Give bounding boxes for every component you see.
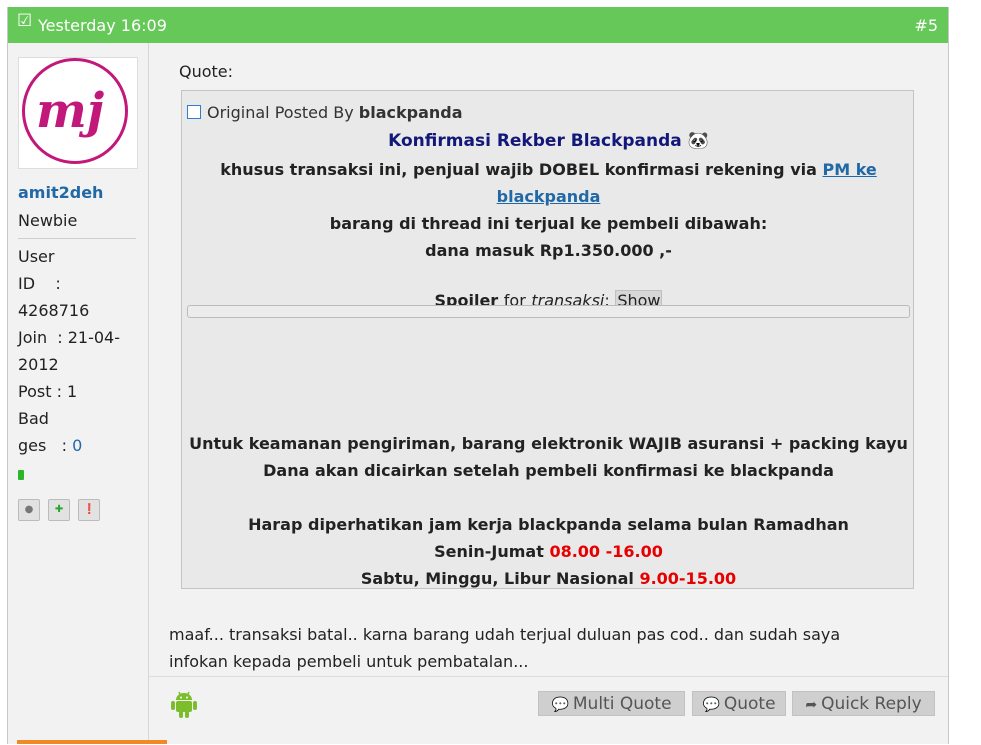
quote-title-text: Konfirmasi Rekber Blackpanda [388, 131, 682, 151]
post-footer: 💬 Multi Quote 💬 Quote ➦ Quick Reply [149, 676, 948, 745]
username-link[interactable]: amit2deh [18, 183, 103, 202]
pm-link-continued[interactable]: blackpanda [497, 187, 601, 206]
reputation-plus-button[interactable]: ✚ [48, 499, 71, 521]
quote-header: Original Posted By blackpanda [187, 103, 463, 122]
quote-label: Quote: [179, 62, 234, 81]
sidebar-divider [18, 238, 136, 239]
multi-quote-label: Multi Quote [572, 694, 672, 714]
checkbox-icon: ☑ [17, 11, 33, 31]
user-info: User ID : 4268716 Join : 21-04- 2012 Pos… [18, 243, 144, 459]
quote-line: blackpanda [182, 187, 915, 206]
quote-title: Konfirmasi Rekber Blackpanda 🐼 [182, 131, 915, 151]
badges-label: ges : [18, 436, 73, 455]
schedule-weekends-time: 9.00-15.00 [639, 569, 737, 588]
quote-line: Sabtu, Minggu, Libur Nasional 9.00-15.00 [182, 569, 915, 588]
reputation-buttons: ● ✚ ❗ [18, 497, 103, 521]
quote-line: Untuk keamanan pengiriman, barang elektr… [189, 434, 908, 453]
avatar-logo-text: mj [36, 83, 105, 139]
reputation-report-button[interactable]: ❗ [78, 499, 101, 521]
post-message: maaf... transaksi batal.. karna barang u… [169, 621, 929, 675]
quote-button[interactable]: 💬 Quote [692, 691, 786, 716]
badges-count-link[interactable]: 0 [72, 436, 82, 455]
quote-line: barang di thread ini terjual ke pembeli … [329, 214, 768, 233]
plus-circle-icon: ✚ [54, 504, 64, 515]
multi-quote-button[interactable]: 💬 Multi Quote [538, 691, 685, 716]
user-info-line: 4268716 [18, 301, 90, 320]
post-date: Yesterday 16:09 [38, 16, 167, 35]
view-post-icon[interactable] [187, 105, 201, 119]
exclamation-icon: ❗ [82, 504, 96, 515]
avatar[interactable]: mj [18, 57, 138, 169]
quote-button-label: Quote [723, 694, 776, 714]
post-number-link[interactable]: #5 [914, 16, 938, 35]
online-status-icon [18, 470, 24, 480]
panda-icon: 🐼 [687, 131, 709, 151]
next-post-header-edge [17, 740, 167, 744]
schedule-weekdays: Senin-Jumat [434, 542, 544, 561]
user-info-line: 2012 [18, 355, 59, 374]
user-info-line: ID : [18, 274, 61, 293]
quote-posted-by: Original Posted By [207, 103, 354, 122]
schedule-weekdays-time: 08.00 -16.00 [549, 542, 663, 561]
quote-line: Harap diperhatikan jam kerja blackpanda … [248, 515, 849, 534]
android-icon [171, 691, 197, 718]
quick-reply-button[interactable]: ➦ Quick Reply [792, 691, 935, 716]
user-info-line: Join : 21-04- [18, 328, 121, 347]
chat-bubbles-icon: 💬 [551, 697, 569, 713]
reputation-neutral-button[interactable]: ● [18, 499, 40, 521]
user-info-line: ges : 0 [18, 432, 144, 459]
quote-line: Senin-Jumat 08.00 -16.00 [182, 542, 915, 561]
user-info-line: Post : 1 [18, 382, 78, 401]
post-header: ☑ Yesterday 16:09 #5 [8, 7, 948, 43]
user-info-line: Bad [18, 409, 49, 428]
spoiler-content-bar [187, 305, 910, 318]
minus-circle-icon: ● [24, 504, 34, 515]
reply-arrow-icon: ➦ [805, 697, 818, 713]
quote-line: dana masuk Rp1.350.000 ,- [425, 241, 672, 260]
message-line: infokan kepada pembeli untuk pembatalan.… [169, 652, 529, 671]
schedule-weekends: Sabtu, Minggu, Libur Nasional [360, 569, 634, 588]
quote-line-text: khusus transaksi ini, penjual wajib DOBE… [220, 160, 817, 179]
chat-bubble-icon: 💬 [702, 697, 720, 713]
quick-reply-label: Quick Reply [821, 694, 922, 714]
user-title: Newbie [18, 211, 78, 230]
quote-author: blackpanda [358, 103, 463, 122]
post-content: Quote: Original Posted By blackpanda Kon… [149, 43, 948, 744]
pm-link[interactable]: PM ke [822, 160, 876, 179]
quote-box: Original Posted By blackpanda Konfirmasi… [181, 90, 914, 589]
user-info-line: User [18, 247, 55, 266]
post: ☑ Yesterday 16:09 #5 mj amit2deh Newbie … [7, 7, 949, 744]
message-line: maaf... transaksi batal.. karna barang u… [169, 625, 841, 644]
quote-line: Dana akan dicairkan setelah pembeli konf… [263, 461, 834, 480]
quote-line: khusus transaksi ini, penjual wajib DOBE… [182, 160, 915, 179]
user-sidebar: mj amit2deh Newbie User ID : 4268716 Joi… [8, 43, 149, 744]
